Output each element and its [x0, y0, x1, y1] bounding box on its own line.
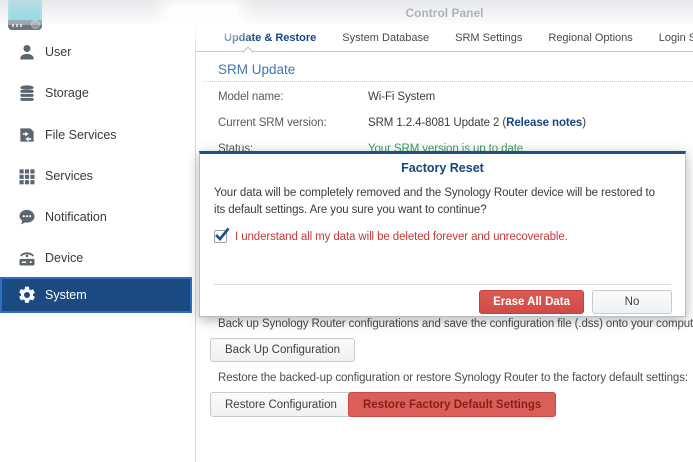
restore-description: Restore the backed-up configuration or r… — [218, 372, 688, 384]
control-panel-app-icon — [8, 0, 42, 30]
restore-factory-default-settings-button[interactable]: Restore Factory Default Settings — [348, 392, 557, 417]
dialog-title: Factory Reset — [401, 161, 484, 175]
gear-icon — [17, 285, 39, 305]
restore-configuration-button[interactable]: Restore Configuration — [210, 392, 352, 417]
sidebar-item-label: User — [45, 45, 72, 59]
sidebar-item-label: Storage — [45, 86, 89, 100]
sidebar-item-label: File Services — [45, 128, 117, 142]
backup-description: Back up Synology Router configurations a… — [218, 318, 693, 330]
tab-regional-options[interactable]: Regional Options — [535, 32, 645, 44]
sidebar-item-label: Services — [45, 169, 93, 183]
sidebar: User Storage File Services Services Noti… — [0, 0, 196, 462]
sidebar-item-device[interactable]: Device — [0, 243, 193, 273]
confirm-checkbox-label[interactable]: I understand all my data will be deleted… — [235, 231, 568, 243]
sidebar-item-notification[interactable]: Notification — [0, 202, 193, 232]
back-up-configuration-button[interactable]: Back Up Configuration — [210, 338, 356, 362]
model-name-label: Model name: — [218, 91, 284, 103]
srm-version-text: SRM 1.2.4-8081 Update 2 ( — [368, 117, 507, 129]
services-icon — [17, 166, 39, 186]
sidebar-item-storage[interactable]: Storage — [0, 78, 193, 108]
section-heading-srm-update: SRM Update — [218, 62, 296, 77]
tab-update-and-restore[interactable]: Update & Restore — [211, 32, 329, 44]
dialog-body-text: Your data will be completely removed and… — [214, 185, 675, 219]
tab-login-style[interactable]: Login Style — [646, 32, 693, 44]
section-divider — [204, 81, 693, 82]
erase-all-data-button[interactable]: Erase All Data — [479, 290, 584, 314]
dialog-buttons: Erase All Data No — [479, 290, 672, 314]
window-title: Control Panel — [405, 6, 484, 20]
dialog-body-line1: Your data will be completely removed and… — [214, 187, 655, 199]
factory-reset-dialog: Factory Reset Your data will be complete… — [199, 151, 686, 317]
confirm-checkbox[interactable] — [214, 227, 230, 243]
app-icon-knob — [31, 20, 40, 29]
storage-icon — [17, 83, 39, 103]
srm-version-text-suffix: ) — [582, 117, 586, 129]
tabbar: Update & Restore System Database SRM Set… — [196, 25, 693, 51]
device-icon — [17, 248, 39, 268]
confirmation-row: I understand all my data will be deleted… — [214, 227, 568, 243]
srm-version-value: SRM 1.2.4-8081 Update 2 (Release notes) — [368, 117, 586, 129]
tab-srm-settings[interactable]: SRM Settings — [442, 32, 535, 44]
file-services-icon — [17, 125, 39, 145]
tabbar-border — [196, 51, 693, 52]
sidebar-item-label: Notification — [45, 210, 107, 224]
sidebar-item-system[interactable]: System — [0, 277, 192, 313]
notification-icon — [17, 207, 39, 227]
sidebar-item-label: System — [45, 288, 87, 302]
release-notes-link[interactable]: Release notes — [506, 117, 582, 129]
app-icon-dots — [12, 24, 24, 27]
srm-version-label: Current SRM version: — [218, 117, 327, 129]
tab-system-database[interactable]: System Database — [329, 32, 442, 44]
user-icon — [17, 42, 39, 62]
sidebar-item-file-services[interactable]: File Services — [0, 120, 193, 150]
sidebar-item-user[interactable]: User — [0, 37, 193, 67]
no-button[interactable]: No — [592, 290, 672, 314]
dialog-footer-divider — [214, 284, 671, 285]
dialog-body-line2: its default settings. Are you sure you w… — [214, 204, 487, 216]
sidebar-item-label: Device — [45, 251, 84, 265]
model-name-value: Wi-Fi System — [368, 91, 436, 103]
sidebar-item-services[interactable]: Services — [0, 161, 193, 191]
